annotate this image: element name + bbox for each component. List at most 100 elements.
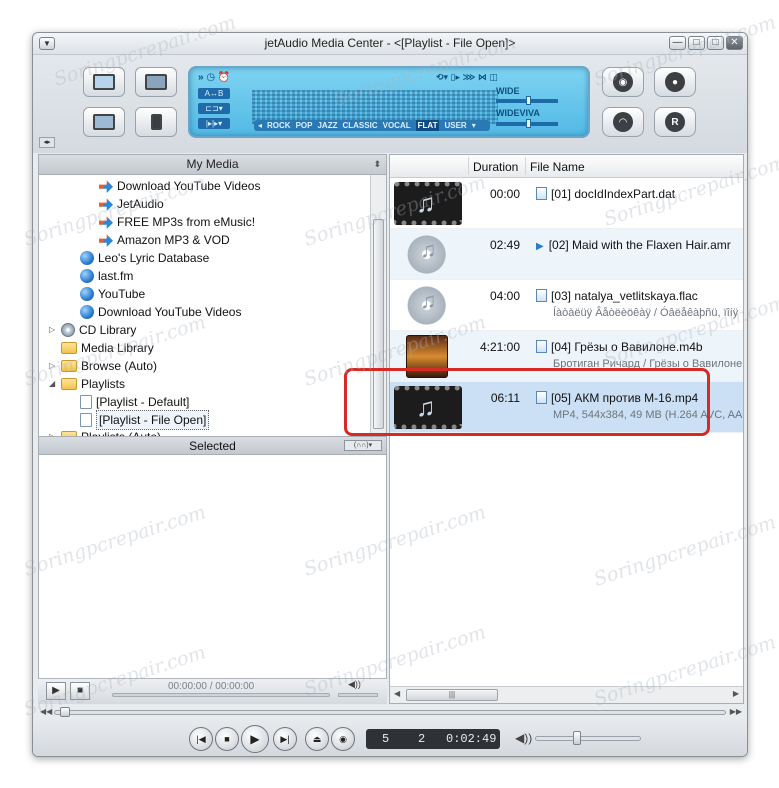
hscroll-thumb[interactable]: ||| — [406, 689, 498, 701]
preview-time: 00:00:00 / 00:00:00 — [168, 681, 255, 692]
lcd-top-icons[interactable]: » ◷ ⏰ — [198, 72, 230, 83]
my-media-title: My Media — [186, 157, 239, 171]
preview-seek-bar[interactable] — [112, 693, 330, 697]
visualization-button[interactable]: ◠ — [602, 107, 644, 137]
selected-options-button[interactable]: (∩∩)▾ — [344, 440, 382, 451]
tree-item-browse[interactable]: ▷ Browse (Auto) — [49, 357, 157, 375]
eq-prev[interactable]: ◂ — [258, 120, 262, 131]
eq-user[interactable]: USER — [444, 120, 466, 131]
seek-back-icon[interactable]: ◀◀ — [40, 707, 52, 716]
selected-header: Selected (∩∩)▾ — [39, 436, 386, 455]
scroll-left-arrow[interactable]: ◀ — [394, 689, 400, 698]
lcd-right-icons[interactable]: ⟲▾ ▯▸ ⋙ ⋈ ◫ — [436, 72, 498, 83]
globe-icon — [80, 287, 94, 301]
preview-volume-icon: ◀)) — [348, 679, 361, 689]
sort-icon[interactable]: ⬍ — [373, 155, 381, 174]
close-button[interactable]: ✕ — [726, 36, 743, 50]
playlist-row-playing[interactable]: 02:49 ▶[02] Maid with the Flaxen Hair.am… — [390, 229, 743, 280]
media-center-view-button[interactable] — [83, 67, 125, 97]
eq-dropdown[interactable]: ▾ — [472, 120, 476, 131]
expand-icon[interactable]: ▷ — [49, 428, 57, 436]
volume-slider[interactable] — [535, 736, 641, 741]
effects-button[interactable]: ◉ — [602, 67, 644, 97]
playlist-row[interactable]: 00:00 [01] docIdIndexPart.dat — [390, 178, 743, 229]
panel-toggle-button[interactable]: ◂▸ — [39, 137, 55, 148]
play-flow-button[interactable]: |▸|▸▾ — [198, 118, 230, 129]
portable-device-button[interactable] — [135, 107, 177, 137]
tree-item-playlist-file-open[interactable]: [Playlist - File Open] — [80, 410, 210, 430]
volume-knob[interactable] — [573, 731, 581, 745]
duration-column-header[interactable]: Duration — [473, 160, 518, 174]
seek-knob[interactable] — [60, 707, 70, 717]
playlist-icon — [80, 395, 92, 409]
preview-stop-button[interactable]: ■ — [70, 682, 90, 700]
playlist-row[interactable]: 04:00 [03] natalya_vetlitskaya.flac Íàòà… — [390, 280, 743, 331]
tree-item-media-library[interactable]: Media Library — [61, 339, 154, 357]
preview-play-button[interactable]: ▶ — [46, 682, 66, 700]
tree-item-playlists[interactable]: ◢ Playlists — [49, 375, 125, 393]
minimize-button[interactable]: — — [669, 36, 686, 50]
eq-classic[interactable]: CLASSIC — [342, 120, 377, 131]
wide-slider-knob[interactable] — [526, 96, 531, 105]
xbass-button[interactable]: ● — [654, 67, 696, 97]
expand-icon[interactable]: ▷ — [49, 357, 57, 375]
title-bar[interactable]: ▼ jetAudio Media Center - <[Playlist - F… — [33, 33, 747, 55]
eq-vocal[interactable]: VOCAL — [383, 120, 411, 131]
eq-rock[interactable]: ROCK — [267, 120, 291, 131]
seek-forward-icon[interactable]: ▶▶ — [730, 707, 742, 716]
compact-view-button[interactable] — [83, 107, 125, 137]
video-view-button[interactable] — [135, 67, 177, 97]
arrow-icon — [99, 180, 113, 193]
tree-item-playlist-default[interactable]: [Playlist - Default] — [80, 393, 189, 411]
previous-track-button[interactable]: |◀ — [189, 727, 213, 751]
scroll-right-arrow[interactable]: ▶ — [733, 689, 739, 698]
file-icon — [536, 289, 547, 302]
tree-item[interactable]: Download YouTube Videos — [80, 303, 241, 321]
main-seek-bar[interactable] — [54, 710, 726, 715]
tree-item[interactable]: Amazon MP3 & VOD — [99, 231, 230, 249]
elapsed-time: 0:02:49 — [446, 732, 497, 746]
expand-icon[interactable]: ▷ — [49, 321, 57, 339]
restore-button[interactable]: □ — [707, 36, 724, 50]
maximize-button[interactable]: □ — [688, 36, 705, 50]
file-icon — [536, 187, 547, 200]
file-icon — [536, 340, 547, 353]
tree-item[interactable]: FREE MP3s from eMusic! — [99, 213, 255, 231]
now-playing-icon: ▶ — [536, 241, 544, 252]
row-duration: 4:21:00 — [479, 340, 520, 354]
tree-item[interactable]: YouTube — [80, 285, 145, 303]
tree-item[interactable]: Download YouTube Videos — [99, 177, 260, 195]
repeat-mode-button[interactable]: ⊏⊐▾ — [198, 103, 230, 114]
play-button[interactable]: ▶ — [241, 725, 269, 753]
stop-button[interactable]: ■ — [215, 727, 239, 751]
record-button[interactable]: ◉ — [331, 727, 355, 751]
tree-item[interactable]: JetAudio — [99, 195, 164, 213]
tree-item[interactable]: Leo's Lyric Database — [80, 249, 209, 267]
media-tree: Download YouTube Videos JetAudio FREE MP… — [39, 175, 386, 436]
audio-thumbnail — [394, 233, 462, 276]
volume-icon: ◀)) — [515, 731, 533, 745]
ab-repeat-button[interactable]: A↔B — [198, 88, 230, 99]
my-media-header[interactable]: My Media ⬍ — [39, 155, 386, 175]
next-track-button[interactable]: ▶| — [273, 727, 297, 751]
tree-item[interactable]: last.fm — [80, 267, 133, 285]
eq-flat[interactable]: FLAT — [415, 120, 440, 131]
tree-item-playlists-auto[interactable]: ▷Playlists (Auto) — [49, 428, 161, 436]
collapse-icon[interactable]: ◢ — [49, 375, 57, 393]
row-duration: 00:00 — [489, 187, 520, 201]
eq-pop[interactable]: POP — [296, 120, 313, 131]
preview-volume-slider[interactable] — [338, 693, 378, 697]
viva-slider-knob[interactable] — [526, 119, 531, 128]
track-total: 2 — [418, 732, 426, 746]
row-filename: ▶ [02] Maid with the Flaxen Hair.amr — [536, 238, 731, 252]
track-time-display: 5 2 0:02:49 — [366, 729, 500, 749]
effects-controls: ⟲▾ ▯▸ ⋙ ⋈ ◫ WIDE WIDEVIVA — [436, 72, 578, 132]
video-thumbnail — [394, 182, 462, 225]
playlist-hscrollbar[interactable]: ◀ ||| ▶ — [390, 686, 743, 703]
filename-column-header[interactable]: File Name — [530, 160, 585, 174]
eq-jazz[interactable]: JAZZ — [317, 120, 337, 131]
tree-item-cd-library[interactable]: ▷ CD Library — [49, 321, 136, 339]
open-file-button[interactable]: ⏏ — [305, 727, 329, 751]
computer-icon — [93, 114, 115, 130]
record-mode-button[interactable]: R — [654, 107, 696, 137]
